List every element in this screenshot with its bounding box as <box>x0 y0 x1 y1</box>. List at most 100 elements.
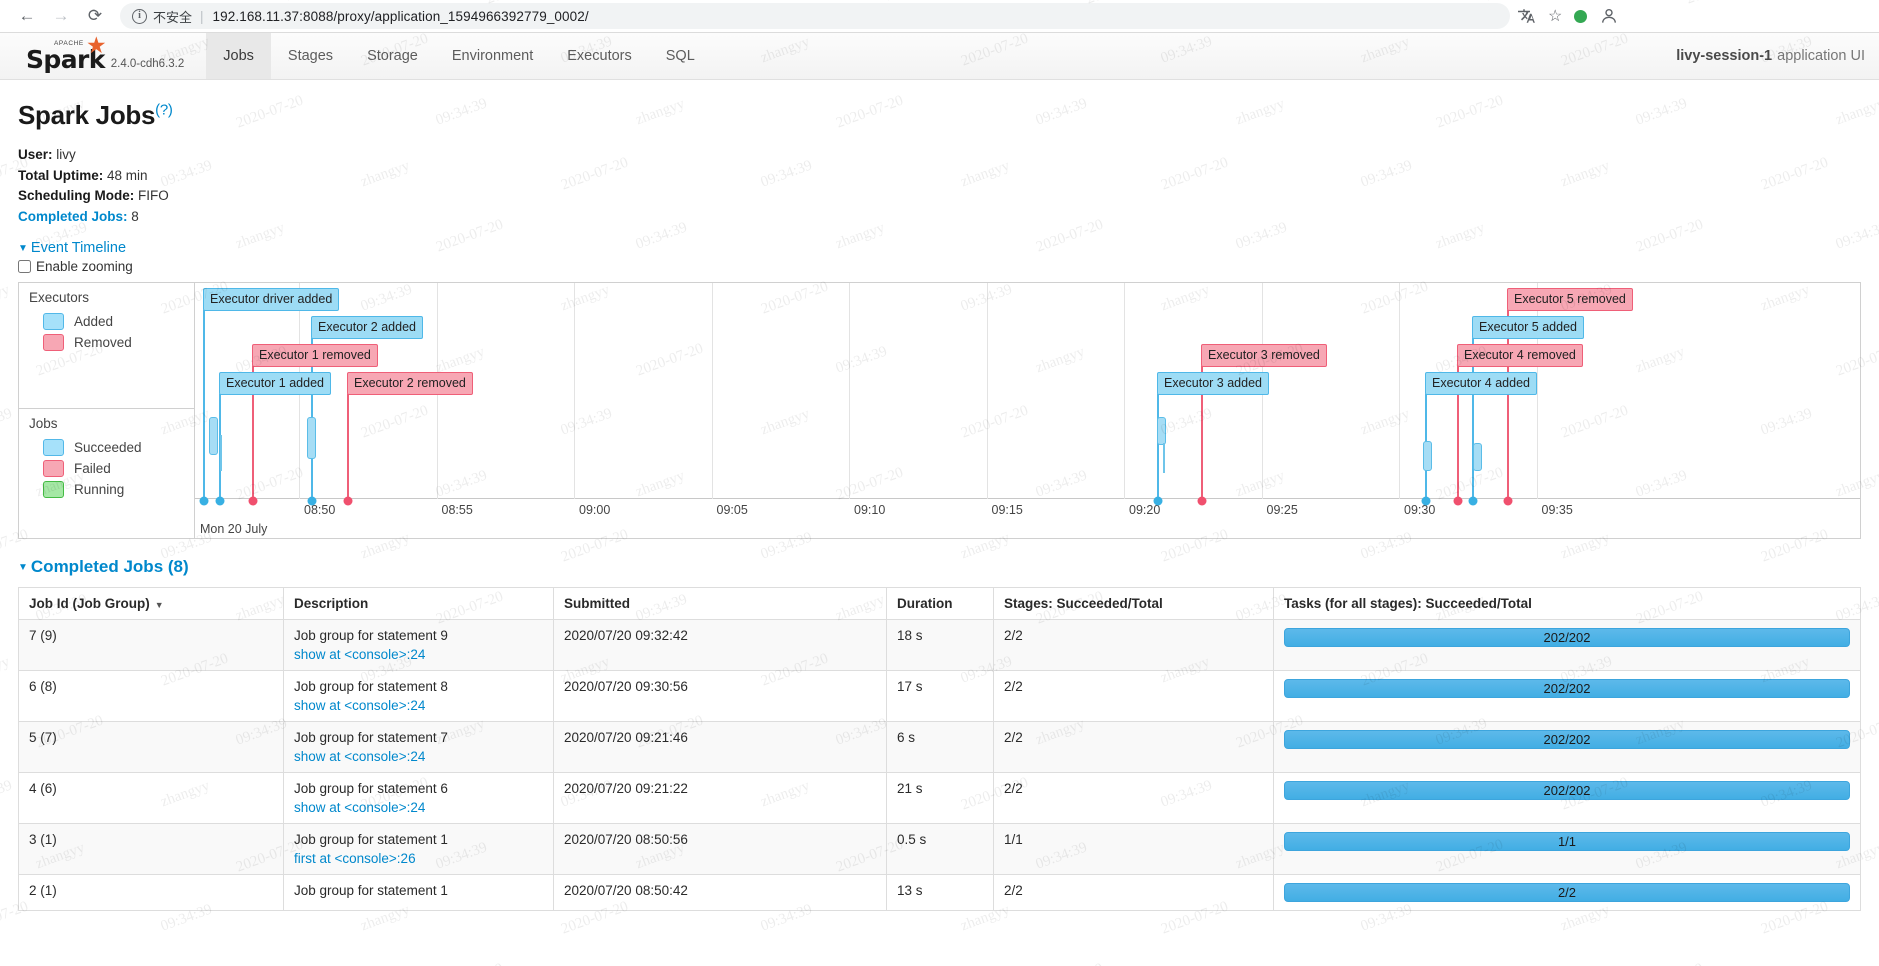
cell-duration: 17 s <box>886 670 994 722</box>
table-row[interactable]: 5 (7) Job group for statement 7 show at <c… <box>18 721 1861 773</box>
timeline-event-label[interactable]: Executor 4 added <box>1425 372 1537 395</box>
timeline-event-dot[interactable] <box>1153 496 1163 506</box>
timeline-job-marker[interactable] <box>1157 417 1166 445</box>
timeline-event-label[interactable]: Executor 1 added <box>219 372 331 395</box>
spark-star-icon: ★ <box>86 32 107 58</box>
page-title-help-icon[interactable]: (?) <box>155 101 173 118</box>
cell-submitted: 2020/07/20 09:32:42 <box>553 619 887 671</box>
timeline-event-label[interactable]: Executor driver added <box>203 288 340 311</box>
timeline-tick-label: 09:25 <box>1266 503 1298 517</box>
legend-item-executor-added: Added <box>43 313 184 330</box>
legend-jobs: Jobs Succeeded Failed Running <box>19 409 194 509</box>
summary-completed-label[interactable]: Completed Jobs: <box>18 209 128 224</box>
timeline-event-label[interactable]: Executor 5 added <box>1472 316 1584 339</box>
timeline-event-dot[interactable] <box>199 496 209 506</box>
legend-label-failed: Failed <box>74 461 111 476</box>
tab-sql[interactable]: SQL <box>649 33 712 79</box>
cell-submitted: 2020/07/20 09:21:22 <box>553 772 887 824</box>
timeline-event-dot[interactable] <box>1197 496 1207 506</box>
table-row[interactable]: 3 (1) Job group for statement 1 first at <… <box>18 823 1861 875</box>
timeline-plot-area[interactable]: Mon 20 July 08:50 08:55 09:00 09:05 09:10 09:… <box>195 283 1860 538</box>
completed-jobs-body: 7 (9) Job group for statement 9 show at <c… <box>18 619 1861 911</box>
col-header-job-id[interactable]: Job Id (Job Group) ▼ <box>18 587 284 620</box>
tab-environment[interactable]: Environment <box>435 33 550 79</box>
description-link[interactable]: show at <console>:24 <box>294 749 543 764</box>
site-info-icon[interactable]: i <box>132 8 147 24</box>
tab-stages[interactable]: Stages <box>271 33 350 79</box>
completed-jobs-toggle[interactable]: ▼ Completed Jobs (8) <box>18 557 1861 577</box>
legend-executors: Executors Added Removed <box>19 283 194 409</box>
cell-stages: 2/2 <box>993 619 1274 671</box>
enable-zooming-label[interactable]: Enable zooming <box>36 259 133 274</box>
timeline-job-marker[interactable] <box>1163 443 1165 473</box>
enable-zooming-checkbox[interactable] <box>18 260 31 273</box>
event-timeline-chart[interactable]: Executors Added Removed Jobs Succeeded F… <box>18 282 1861 539</box>
timeline-event-dot[interactable] <box>215 496 225 506</box>
reload-icon[interactable]: ⟳ <box>78 2 112 30</box>
timeline-event-label[interactable]: Executor 2 removed <box>347 372 473 395</box>
browser-toolbar: ← → ⟳ i 不安全 | 192.168.11.37:8088/proxy/a… <box>0 0 1879 33</box>
table-row[interactable]: 7 (9) Job group for statement 9 show at <c… <box>18 619 1861 671</box>
col-header-stages[interactable]: Stages: Succeeded/Total <box>993 587 1274 620</box>
legend-item-job-running: Running <box>43 481 184 498</box>
timeline-job-marker[interactable] <box>209 417 218 455</box>
col-header-duration[interactable]: Duration <box>886 587 994 620</box>
legend-jobs-title: Jobs <box>29 416 58 431</box>
event-timeline-toggle[interactable]: ▼ Event Timeline <box>18 240 126 256</box>
tab-executors[interactable]: Executors <box>550 33 648 79</box>
col-header-submitted[interactable]: Submitted <box>553 587 887 620</box>
back-arrow-icon[interactable]: ← <box>10 2 44 30</box>
timeline-job-marker[interactable] <box>220 435 222 471</box>
cell-job-id: 4 (6) <box>18 772 284 824</box>
timeline-event-dot[interactable] <box>343 496 353 506</box>
timeline-event-dot[interactable] <box>1453 496 1463 506</box>
timeline-job-marker[interactable] <box>1473 443 1482 471</box>
tab-storage[interactable]: Storage <box>350 33 435 79</box>
col-header-description[interactable]: Description <box>283 587 554 620</box>
cell-stages: 2/2 <box>993 670 1274 722</box>
timeline-event-label[interactable]: Executor 3 added <box>1157 372 1269 395</box>
timeline-event-dot[interactable] <box>1503 496 1513 506</box>
timeline-event-dot[interactable] <box>248 496 258 506</box>
translate-icon[interactable] <box>1518 7 1536 25</box>
bookmark-star-icon[interactable]: ☆ <box>1548 6 1562 26</box>
timeline-event-dot[interactable] <box>307 496 317 506</box>
description-text: Job group for statement 9 <box>294 628 448 643</box>
caret-down-icon-jobs: ▼ <box>18 562 28 574</box>
timeline-event-label[interactable]: Executor 1 removed <box>252 344 378 367</box>
description-link[interactable]: show at <console>:24 <box>294 647 543 662</box>
table-row[interactable]: 4 (6) Job group for statement 6 show at <c… <box>18 772 1861 824</box>
timeline-event-dot[interactable] <box>1421 496 1431 506</box>
timeline-event-label[interactable]: Executor 4 removed <box>1457 344 1583 367</box>
timeline-event-label[interactable]: Executor 5 removed <box>1507 288 1633 311</box>
timeline-job-marker[interactable] <box>307 417 316 459</box>
spark-navbar: APACHE ★ Spark 2.4.0-cdh6.3.2 Jobs Stage… <box>0 33 1879 80</box>
description-link[interactable]: show at <console>:24 <box>294 698 543 713</box>
timeline-event-dot[interactable] <box>1468 496 1478 506</box>
description-text: Job group for statement 8 <box>294 679 448 694</box>
col-header-tasks[interactable]: Tasks (for all stages): Succeeded/Total <box>1273 587 1861 620</box>
summary-completed-value: 8 <box>131 208 139 224</box>
address-bar[interactable]: i 不安全 | 192.168.11.37:8088/proxy/applica… <box>120 3 1510 29</box>
legend-label-running: Running <box>74 482 125 497</box>
application-name-value: livy-session-1 <box>1676 48 1773 64</box>
application-name-suffix: application UI <box>1777 48 1865 64</box>
cell-description: Job group for statement 8 show at <consol… <box>283 670 554 722</box>
spark-logo[interactable]: APACHE ★ Spark 2.4.0-cdh6.3.2 <box>0 33 184 79</box>
table-row[interactable]: 6 (8) Job group for statement 8 show at <c… <box>18 670 1861 722</box>
profile-avatar-icon[interactable] <box>1599 6 1619 26</box>
timeline-tick-label: 09:05 <box>716 503 748 517</box>
timeline-event-label[interactable]: Executor 2 added <box>311 316 423 339</box>
tab-jobs[interactable]: Jobs <box>206 33 271 79</box>
description-link[interactable]: show at <console>:24 <box>294 800 543 815</box>
cell-tasks: 202/202 <box>1273 721 1861 773</box>
timeline-axis-line <box>195 498 1860 499</box>
table-row[interactable]: 2 (1) Job group for statement 1 2020/07/20… <box>18 874 1861 911</box>
cell-tasks: 202/202 <box>1273 772 1861 824</box>
timeline-job-marker[interactable] <box>1423 441 1432 471</box>
event-timeline-toggle-label: Event Timeline <box>30 240 127 256</box>
summary-user-value: livy <box>56 147 76 162</box>
description-link[interactable]: first at <console>:26 <box>294 851 543 866</box>
forward-arrow-icon[interactable]: → <box>44 2 78 30</box>
timeline-event-label[interactable]: Executor 3 removed <box>1201 344 1327 367</box>
